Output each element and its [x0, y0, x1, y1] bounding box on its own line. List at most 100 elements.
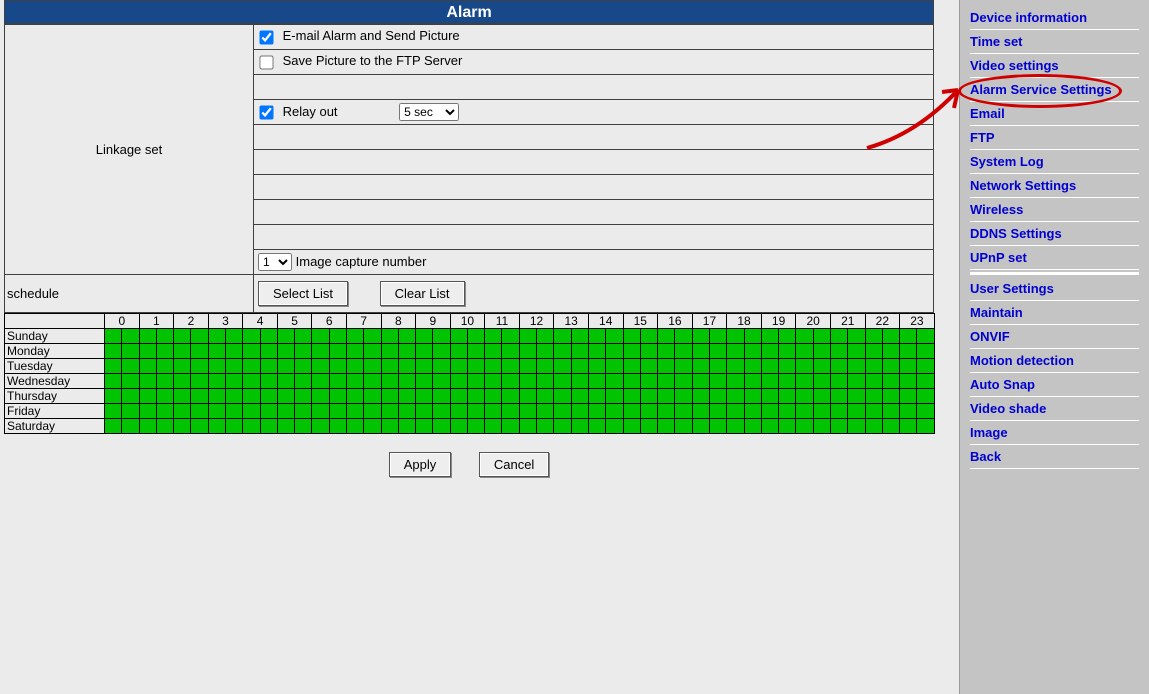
schedule-cell[interactable]	[381, 359, 398, 374]
schedule-cell[interactable]	[156, 404, 173, 419]
schedule-cell[interactable]	[658, 359, 675, 374]
schedule-cell[interactable]	[744, 404, 761, 419]
schedule-cell[interactable]	[398, 404, 415, 419]
schedule-cell[interactable]	[467, 344, 484, 359]
schedule-cell[interactable]	[606, 389, 623, 404]
sidebar-link-alarm-service-settings[interactable]: Alarm Service Settings	[970, 82, 1112, 97]
schedule-cell[interactable]	[865, 404, 882, 419]
schedule-cell[interactable]	[727, 374, 744, 389]
ftp-save-checkbox[interactable]	[259, 55, 273, 69]
schedule-cell[interactable]	[571, 329, 588, 344]
schedule-cell[interactable]	[277, 404, 294, 419]
schedule-cell[interactable]	[346, 374, 363, 389]
schedule-cell[interactable]	[727, 344, 744, 359]
schedule-cell[interactable]	[658, 404, 675, 419]
schedule-cell[interactable]	[830, 374, 847, 389]
schedule-cell[interactable]	[243, 329, 260, 344]
schedule-cell[interactable]	[156, 344, 173, 359]
schedule-cell[interactable]	[779, 374, 796, 389]
schedule-cell[interactable]	[485, 389, 502, 404]
schedule-cell[interactable]	[848, 329, 865, 344]
schedule-cell[interactable]	[917, 419, 934, 434]
schedule-cell[interactable]	[398, 389, 415, 404]
schedule-cell[interactable]	[381, 404, 398, 419]
schedule-cell[interactable]	[830, 404, 847, 419]
sidebar-link-maintain[interactable]: Maintain	[970, 305, 1023, 320]
schedule-cell[interactable]	[571, 389, 588, 404]
schedule-cell[interactable]	[174, 374, 191, 389]
schedule-cell[interactable]	[416, 374, 433, 389]
schedule-cell[interactable]	[640, 389, 657, 404]
schedule-cell[interactable]	[346, 344, 363, 359]
schedule-cell[interactable]	[537, 344, 554, 359]
schedule-cell[interactable]	[813, 359, 830, 374]
schedule-cell[interactable]	[416, 419, 433, 434]
schedule-cell[interactable]	[243, 359, 260, 374]
schedule-cell[interactable]	[882, 374, 899, 389]
schedule-cell[interactable]	[260, 389, 277, 404]
schedule-cell[interactable]	[796, 359, 813, 374]
schedule-cell[interactable]	[640, 359, 657, 374]
schedule-cell[interactable]	[761, 374, 778, 389]
sidebar-link-user-settings[interactable]: User Settings	[970, 281, 1054, 296]
schedule-cell[interactable]	[312, 419, 329, 434]
schedule-cell[interactable]	[122, 404, 139, 419]
schedule-cell[interactable]	[329, 329, 346, 344]
schedule-cell[interactable]	[260, 404, 277, 419]
schedule-cell[interactable]	[658, 344, 675, 359]
schedule-cell[interactable]	[364, 359, 381, 374]
schedule-cell[interactable]	[174, 344, 191, 359]
schedule-cell[interactable]	[571, 359, 588, 374]
schedule-cell[interactable]	[882, 359, 899, 374]
schedule-cell[interactable]	[364, 389, 381, 404]
schedule-cell[interactable]	[346, 359, 363, 374]
schedule-cell[interactable]	[537, 329, 554, 344]
schedule-cell[interactable]	[537, 359, 554, 374]
schedule-cell[interactable]	[606, 329, 623, 344]
image-capture-number-select[interactable]: 1	[258, 253, 292, 271]
schedule-cell[interactable]	[122, 359, 139, 374]
schedule-cell[interactable]	[139, 389, 156, 404]
schedule-cell[interactable]	[156, 359, 173, 374]
schedule-cell[interactable]	[485, 359, 502, 374]
schedule-cell[interactable]	[519, 389, 536, 404]
schedule-cell[interactable]	[139, 404, 156, 419]
schedule-cell[interactable]	[623, 389, 640, 404]
schedule-cell[interactable]	[865, 359, 882, 374]
schedule-cell[interactable]	[709, 419, 726, 434]
schedule-cell[interactable]	[398, 329, 415, 344]
schedule-cell[interactable]	[640, 329, 657, 344]
schedule-cell[interactable]	[796, 329, 813, 344]
schedule-cell[interactable]	[225, 389, 242, 404]
sidebar-link-video-shade[interactable]: Video shade	[970, 401, 1046, 416]
schedule-cell[interactable]	[640, 404, 657, 419]
schedule-cell[interactable]	[260, 419, 277, 434]
schedule-cell[interactable]	[537, 419, 554, 434]
schedule-cell[interactable]	[709, 359, 726, 374]
schedule-cell[interactable]	[364, 344, 381, 359]
schedule-cell[interactable]	[139, 419, 156, 434]
schedule-cell[interactable]	[900, 419, 917, 434]
schedule-cell[interactable]	[295, 404, 312, 419]
schedule-cell[interactable]	[779, 404, 796, 419]
schedule-cell[interactable]	[260, 374, 277, 389]
schedule-cell[interactable]	[502, 404, 519, 419]
schedule-cell[interactable]	[277, 389, 294, 404]
schedule-cell[interactable]	[796, 389, 813, 404]
schedule-cell[interactable]	[105, 389, 122, 404]
schedule-cell[interactable]	[122, 374, 139, 389]
schedule-cell[interactable]	[900, 404, 917, 419]
schedule-cell[interactable]	[467, 419, 484, 434]
schedule-cell[interactable]	[692, 359, 709, 374]
schedule-cell[interactable]	[295, 359, 312, 374]
schedule-cell[interactable]	[675, 374, 692, 389]
schedule-cell[interactable]	[156, 389, 173, 404]
schedule-cell[interactable]	[450, 419, 467, 434]
schedule-cell[interactable]	[502, 344, 519, 359]
schedule-cell[interactable]	[554, 344, 571, 359]
schedule-cell[interactable]	[433, 329, 450, 344]
schedule-cell[interactable]	[675, 404, 692, 419]
schedule-cell[interactable]	[122, 419, 139, 434]
schedule-cell[interactable]	[346, 404, 363, 419]
schedule-cell[interactable]	[346, 419, 363, 434]
